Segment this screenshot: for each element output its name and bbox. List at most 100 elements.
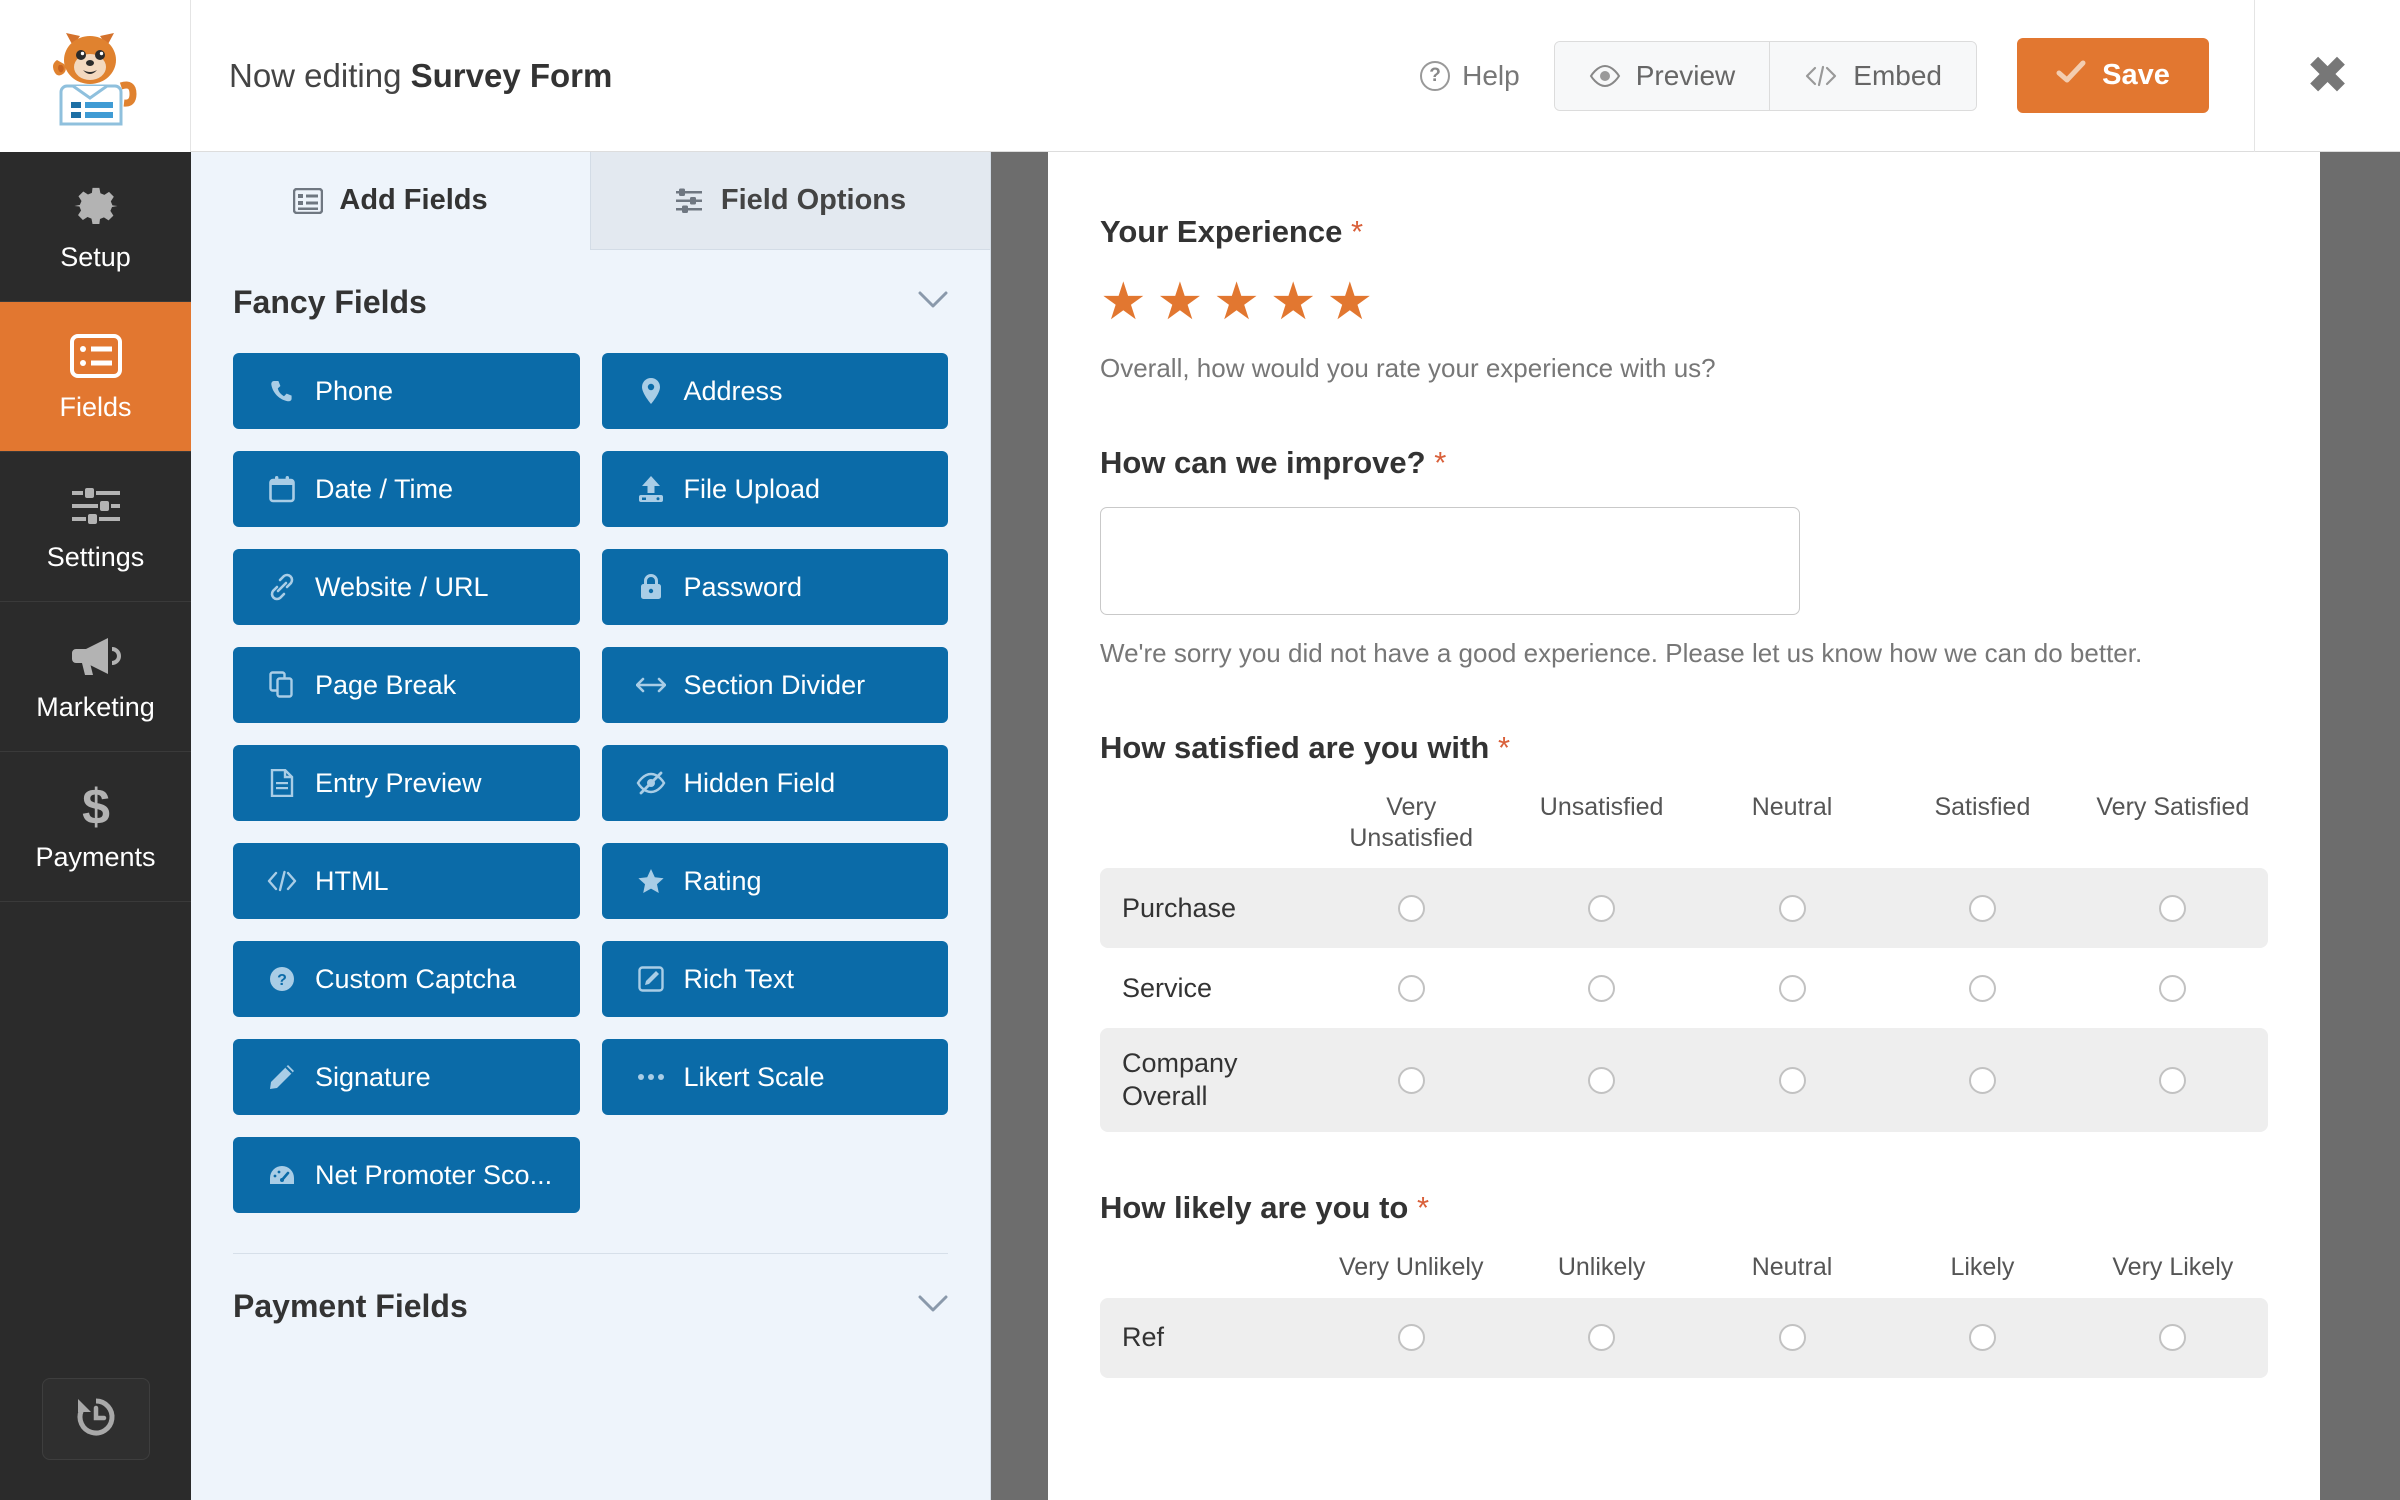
rating-stars[interactable]: ★ ★ ★ ★ ★ — [1100, 276, 2268, 328]
section-header-fancy-fields[interactable]: Fancy Fields — [191, 250, 990, 343]
field-button-likert-scale[interactable]: Likert Scale — [602, 1039, 949, 1115]
radio-button[interactable] — [2159, 1324, 2186, 1351]
radio-button[interactable] — [2159, 895, 2186, 922]
field-button-date-time[interactable]: Date / Time — [233, 451, 580, 527]
preview-embed-group: Preview Embed — [1554, 41, 1977, 111]
radio-button[interactable] — [2159, 975, 2186, 1002]
likert-row-label: Purchase — [1100, 892, 1316, 925]
likert-cell[interactable] — [1887, 975, 2077, 1002]
likert-cell[interactable] — [1506, 1067, 1696, 1094]
field-button-website-url[interactable]: Website / URL — [233, 549, 580, 625]
preview-button[interactable]: Preview — [1555, 42, 1770, 110]
eye-slash-icon — [636, 768, 666, 798]
field-button-file-upload[interactable]: File Upload — [602, 451, 949, 527]
pages-icon — [267, 670, 297, 700]
likert-cell[interactable] — [1506, 1324, 1696, 1351]
radio-button[interactable] — [1398, 895, 1425, 922]
field-button-rich-text[interactable]: Rich Text — [602, 941, 949, 1017]
radio-button[interactable] — [1779, 1067, 1806, 1094]
field-button-page-break[interactable]: Page Break — [233, 647, 580, 723]
radio-button[interactable] — [1969, 975, 1996, 1002]
likert-cell[interactable] — [2078, 1067, 2268, 1094]
likert-column-header: Likely — [1887, 1252, 2077, 1283]
embed-button[interactable]: Embed — [1769, 42, 1976, 110]
radio-button[interactable] — [1588, 1324, 1615, 1351]
likert-cell[interactable] — [1887, 895, 2077, 922]
star-icon[interactable]: ★ — [1213, 276, 1260, 328]
likert-cell[interactable] — [1887, 1067, 2077, 1094]
field-button-signature[interactable]: Signature — [233, 1039, 580, 1115]
radio-button[interactable] — [1588, 975, 1615, 1002]
radio-button[interactable] — [1969, 895, 1996, 922]
field-button-hidden-field[interactable]: Hidden Field — [602, 745, 949, 821]
preview-field-rating[interactable]: Your Experience * ★ ★ ★ ★ ★ Overall, how… — [1100, 214, 2268, 387]
field-button-entry-preview[interactable]: Entry Preview — [233, 745, 580, 821]
radio-button[interactable] — [1969, 1067, 1996, 1094]
close-button[interactable]: ✖ — [2254, 0, 2400, 152]
likert-column-header: Unsatisfied — [1506, 792, 1696, 855]
likert-cell[interactable] — [1697, 895, 1887, 922]
radio-button[interactable] — [1588, 895, 1615, 922]
likert-cell[interactable] — [1697, 975, 1887, 1002]
likert-cell[interactable] — [1316, 1067, 1506, 1094]
tab-add-fields[interactable]: Add Fields — [191, 152, 590, 250]
field-button-label: Password — [684, 572, 803, 603]
field-label-text: How satisfied are you with — [1100, 730, 1489, 765]
sidebar-item-fields[interactable]: Fields — [0, 302, 191, 452]
logo-cell — [0, 0, 191, 152]
radio-button[interactable] — [1779, 975, 1806, 1002]
field-button-custom-captcha[interactable]: ? Custom Captcha — [233, 941, 580, 1017]
likert-cell[interactable] — [1316, 895, 1506, 922]
star-icon[interactable]: ★ — [1327, 276, 1374, 328]
field-button-label: Likert Scale — [684, 1062, 825, 1093]
likert-cell[interactable] — [1506, 975, 1696, 1002]
sidebar-item-settings[interactable]: Settings — [0, 452, 191, 602]
radio-button[interactable] — [1779, 895, 1806, 922]
likert-cell[interactable] — [2078, 1324, 2268, 1351]
field-button-address[interactable]: Address — [602, 353, 949, 429]
document-icon — [267, 768, 297, 798]
radio-button[interactable] — [1398, 1067, 1425, 1094]
star-icon[interactable]: ★ — [1270, 276, 1317, 328]
sidebar-item-setup[interactable]: Setup — [0, 152, 191, 302]
preview-field-textarea[interactable]: How can we improve? * We're sorry you di… — [1100, 445, 2268, 672]
likert-cell[interactable] — [1316, 1324, 1506, 1351]
sidebar-item-payments[interactable]: $ Payments — [0, 752, 191, 902]
field-button-section-divider[interactable]: Section Divider — [602, 647, 949, 723]
pencil-icon — [267, 1062, 297, 1092]
radio-button[interactable] — [1969, 1324, 1996, 1351]
form-name: Survey Form — [411, 57, 613, 94]
sidebar-item-label: Marketing — [36, 692, 155, 723]
radio-button[interactable] — [2159, 1067, 2186, 1094]
likert-cell[interactable] — [1506, 895, 1696, 922]
field-button-rating[interactable]: Rating — [602, 843, 949, 919]
revision-history-button[interactable] — [42, 1378, 150, 1460]
radio-button[interactable] — [1588, 1067, 1615, 1094]
likert-cell[interactable] — [1316, 975, 1506, 1002]
star-icon[interactable]: ★ — [1157, 276, 1204, 328]
preview-field-likert-likelihood[interactable]: How likely are you to * Very Unlikely Un… — [1100, 1190, 2268, 1377]
likert-cell[interactable] — [1887, 1324, 2077, 1351]
field-button-net-promoter-score[interactable]: Net Promoter Sco... — [233, 1137, 580, 1213]
preview-field-likert-satisfaction[interactable]: How satisfied are you with * Very Unsati… — [1100, 730, 2268, 1133]
section-header-payment-fields[interactable]: Payment Fields — [191, 1254, 990, 1347]
improve-textarea[interactable] — [1100, 507, 1800, 615]
radio-button[interactable] — [1779, 1324, 1806, 1351]
likert-cell[interactable] — [1697, 1067, 1887, 1094]
likert-column-header: Neutral — [1697, 792, 1887, 855]
list-fields-icon — [70, 330, 122, 382]
field-button-phone[interactable]: Phone — [233, 353, 580, 429]
star-icon[interactable]: ★ — [1100, 276, 1147, 328]
tab-field-options[interactable]: Field Options — [590, 152, 990, 250]
likert-cell[interactable] — [1697, 1324, 1887, 1351]
likert-cell[interactable] — [2078, 975, 2268, 1002]
radio-button[interactable] — [1398, 1324, 1425, 1351]
sidebar-item-marketing[interactable]: Marketing — [0, 602, 191, 752]
field-button-password[interactable]: Password — [602, 549, 949, 625]
radio-button[interactable] — [1398, 975, 1425, 1002]
field-button-html[interactable]: HTML — [233, 843, 580, 919]
save-button[interactable]: Save — [2017, 38, 2209, 113]
help-button[interactable]: ? Help — [1420, 60, 1520, 92]
likert-header-row: Very Unlikely Unlikely Neutral Likely Ve… — [1100, 1252, 2268, 1283]
likert-cell[interactable] — [2078, 895, 2268, 922]
